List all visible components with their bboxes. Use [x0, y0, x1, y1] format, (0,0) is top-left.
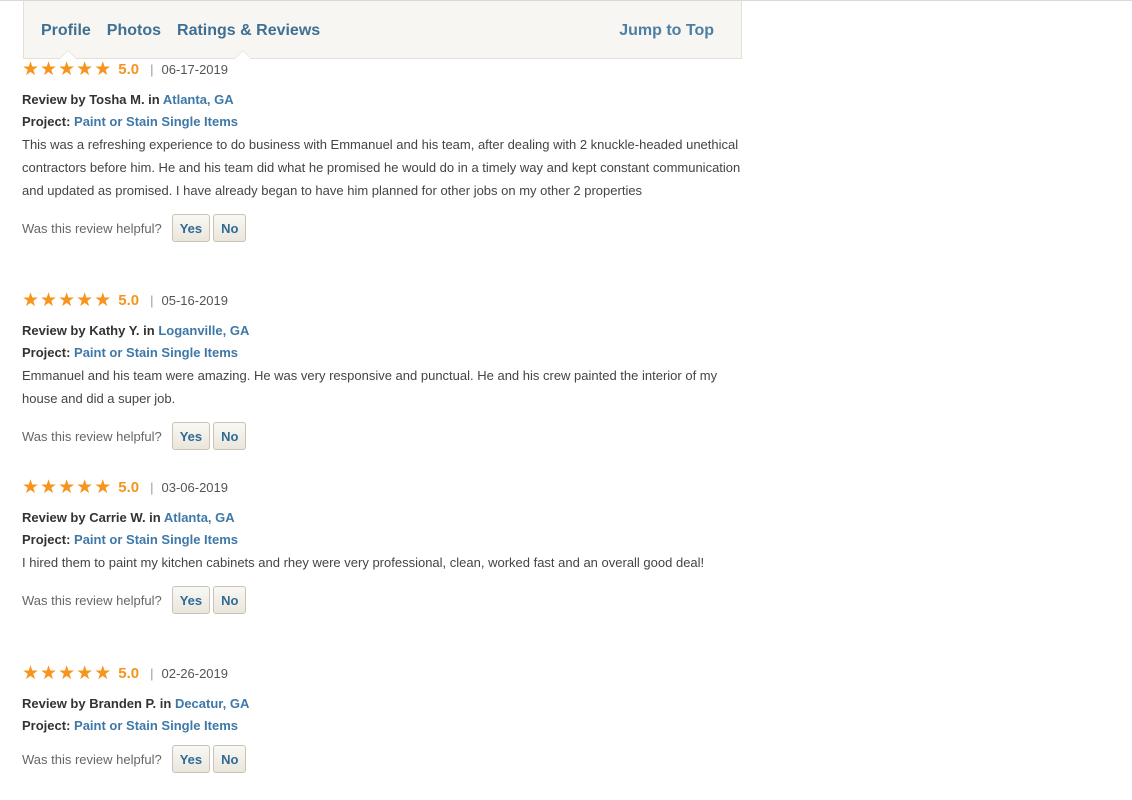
rating-score: 5.0 [118, 291, 140, 309]
star-icon: ★ [22, 57, 40, 80]
project-link[interactable]: Paint or Stain Single Items [74, 718, 238, 733]
project-link[interactable]: Paint or Stain Single Items [74, 345, 238, 360]
rating-line: ★ ★ ★ ★ ★ 5.0 | 05-16-2019 [22, 289, 742, 311]
star-icon: ★ [94, 288, 112, 311]
helpful-vote: Was this review helpful? Yes No [22, 420, 742, 452]
star-icon: ★ [40, 288, 58, 311]
review-text: I hired them to paint my kitchen cabinet… [22, 555, 705, 570]
review-item: ★ ★ ★ ★ ★ 5.0 | 06-17-2019 Review by Tosha M… [22, 58, 742, 244]
star-icon: ★ [22, 475, 40, 498]
profile-subnav: Profile Photos Ratings & Reviews Jump to… [23, 1, 742, 59]
star-icon: ★ [40, 57, 58, 80]
review-date: 03-06-2019 [161, 479, 228, 495]
star-rating: ★ ★ ★ ★ ★ [22, 475, 112, 498]
reviewer-line: Review by Branden P. in Decatur, GA [22, 693, 742, 715]
tab-profile[interactable]: Profile [41, 22, 91, 40]
helpful-prompt: Was this review helpful? [22, 220, 162, 236]
helpful-prompt: Was this review helpful? [22, 592, 162, 608]
yes-button[interactable]: Yes [171, 422, 211, 450]
project-label: Project: [22, 532, 71, 547]
star-icon: ★ [76, 57, 94, 80]
separator: | [150, 292, 154, 308]
review-date: 06-17-2019 [161, 61, 228, 77]
helpful-vote: Was this review helpful? Yes No [22, 743, 742, 775]
project-line: Project: Paint or Stain Single Items [22, 111, 742, 133]
reviewer-name: Review by Branden P. in [22, 696, 172, 711]
star-icon: ★ [22, 288, 40, 311]
review-text: Emmanuel and his team were amazing. He w… [22, 368, 718, 406]
review-date: 02-26-2019 [161, 665, 228, 681]
project-line: Project: Paint or Stain Single Items [22, 342, 742, 364]
no-button[interactable]: No [213, 745, 247, 773]
reviewer-name: Review by Carrie W. in [22, 510, 161, 525]
reviewer-line: Review by Carrie W. in Atlanta, GA [22, 507, 742, 529]
helpful-prompt: Was this review helpful? [22, 751, 162, 767]
star-icon: ★ [58, 57, 76, 80]
rating-line: ★ ★ ★ ★ ★ 5.0 | 06-17-2019 [22, 58, 742, 80]
yes-button[interactable]: Yes [171, 586, 211, 614]
separator: | [150, 61, 154, 77]
review-date: 05-16-2019 [161, 292, 228, 308]
star-rating: ★ ★ ★ ★ ★ [22, 288, 112, 311]
tab-ratings-reviews[interactable]: Ratings & Reviews [177, 22, 320, 40]
project-link[interactable]: Paint or Stain Single Items [74, 532, 238, 547]
jump-to-top-link[interactable]: Jump to Top [619, 22, 714, 40]
project-link[interactable]: Paint or Stain Single Items [74, 114, 238, 129]
star-rating: ★ ★ ★ ★ ★ [22, 661, 112, 684]
rating-score: 5.0 [118, 60, 140, 78]
yes-button[interactable]: Yes [171, 214, 211, 242]
star-icon: ★ [58, 661, 76, 684]
tab-photos[interactable]: Photos [107, 22, 161, 40]
star-icon: ★ [58, 288, 76, 311]
rating-line: ★ ★ ★ ★ ★ 5.0 | 02-26-2019 [22, 662, 742, 684]
project-label: Project: [22, 345, 71, 360]
star-icon: ★ [94, 57, 112, 80]
review-item: ★ ★ ★ ★ ★ 5.0 | 02-26-2019 Review by Branden… [22, 662, 742, 775]
helpful-prompt: Was this review helpful? [22, 428, 162, 444]
separator: | [150, 665, 154, 681]
project-label: Project: [22, 718, 71, 733]
helpful-vote: Was this review helpful? Yes No [22, 584, 742, 616]
reviewer-location-link[interactable]: Atlanta, GA [163, 92, 234, 107]
project-line: Project: Paint or Stain Single Items [22, 529, 742, 551]
review-item: ★ ★ ★ ★ ★ 5.0 | 03-06-2019 Review by Carrie … [22, 476, 742, 616]
star-icon: ★ [22, 661, 40, 684]
reviewer-location-link[interactable]: Loganville, GA [158, 323, 249, 338]
star-icon: ★ [40, 661, 58, 684]
reviewer-name: Review by Kathy Y. in [22, 323, 155, 338]
no-button[interactable]: No [213, 586, 247, 614]
yes-button[interactable]: Yes [171, 745, 211, 773]
helpful-vote: Was this review helpful? Yes No [22, 212, 742, 244]
no-button[interactable]: No [213, 422, 247, 450]
project-line: Project: Paint or Stain Single Items [22, 715, 742, 737]
review-item: ★ ★ ★ ★ ★ 5.0 | 05-16-2019 Review by Kathy Y… [22, 289, 742, 452]
reviewer-name: Review by Tosha M. in [22, 92, 160, 107]
reviewer-line: Review by Tosha M. in Atlanta, GA [22, 89, 742, 111]
subnav-tabs: Profile Photos Ratings & Reviews [41, 22, 320, 40]
tab-notch [60, 51, 76, 59]
star-icon: ★ [40, 475, 58, 498]
star-icon: ★ [94, 661, 112, 684]
star-icon: ★ [76, 661, 94, 684]
rating-score: 5.0 [118, 478, 140, 496]
reviewer-line: Review by Kathy Y. in Loganville, GA [22, 320, 742, 342]
reviewer-location-link[interactable]: Atlanta, GA [164, 510, 235, 525]
review-text: This was a refreshing experience to do b… [22, 137, 741, 198]
star-icon: ★ [76, 475, 94, 498]
rating-score: 5.0 [118, 664, 140, 682]
reviewer-location-link[interactable]: Decatur, GA [175, 696, 249, 711]
star-icon: ★ [58, 475, 76, 498]
star-rating: ★ ★ ★ ★ ★ [22, 57, 112, 80]
star-icon: ★ [94, 475, 112, 498]
separator: | [150, 479, 154, 495]
project-label: Project: [22, 114, 71, 129]
star-icon: ★ [76, 288, 94, 311]
no-button[interactable]: No [213, 214, 247, 242]
rating-line: ★ ★ ★ ★ ★ 5.0 | 03-06-2019 [22, 476, 742, 498]
tab-notch [235, 51, 251, 59]
